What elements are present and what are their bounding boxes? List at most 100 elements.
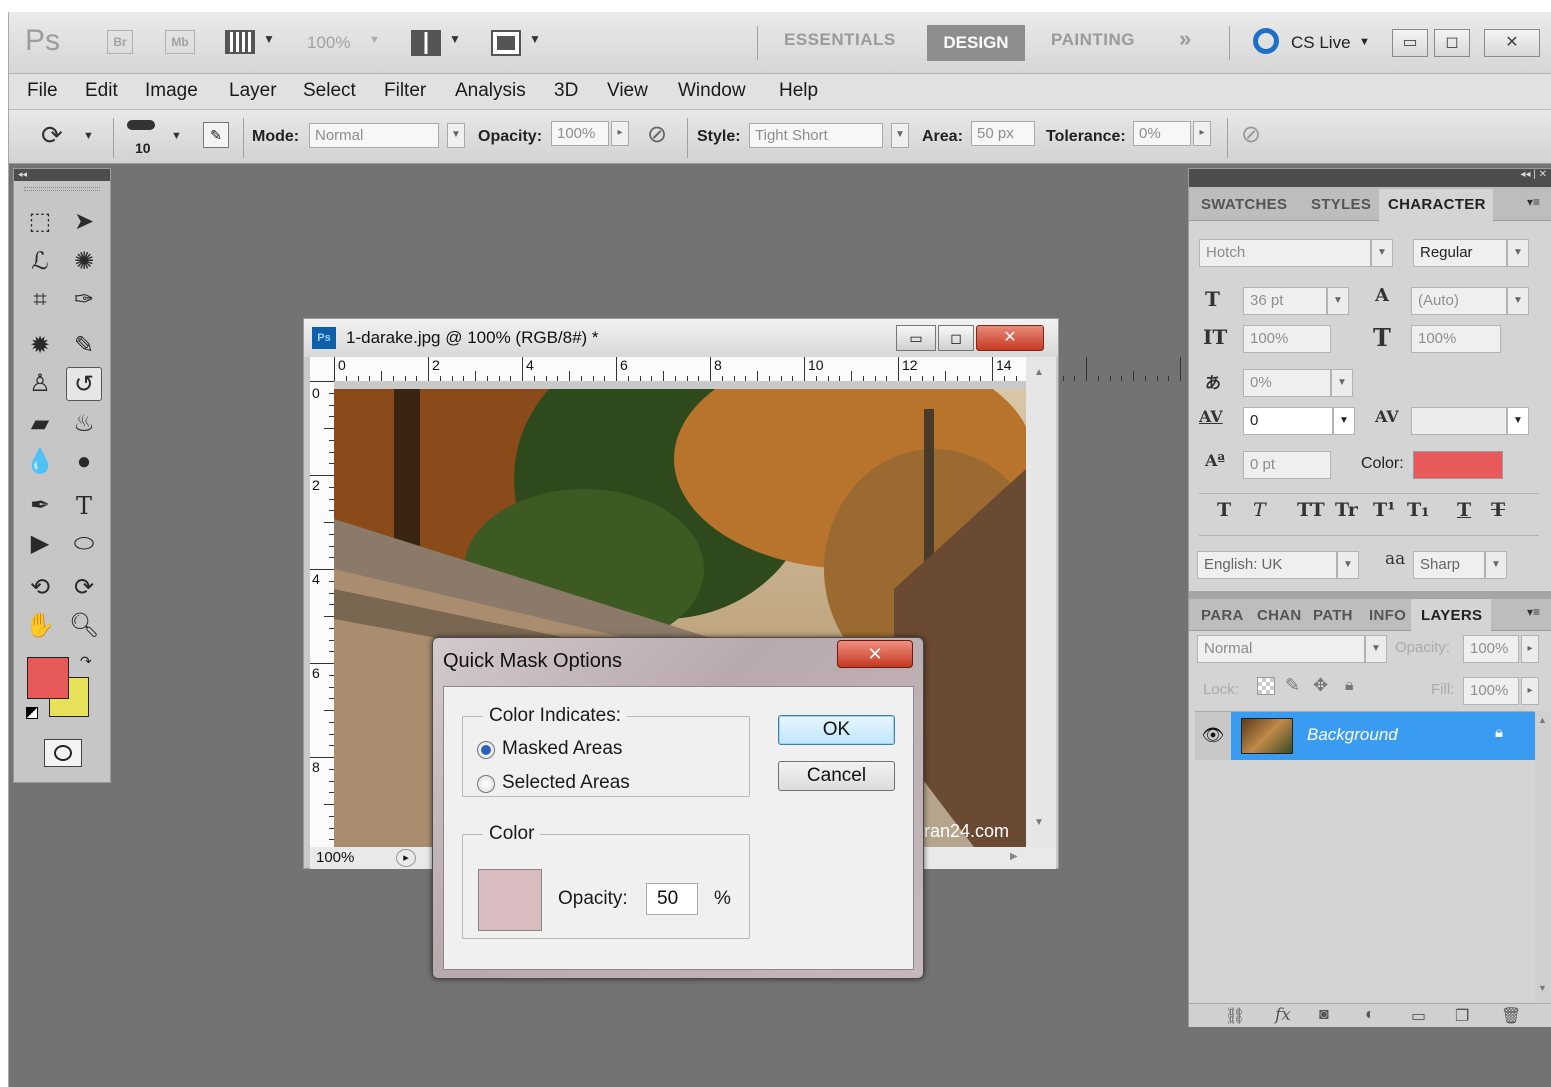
collapse-panel-icon[interactable]: ◂◂ xyxy=(14,169,110,181)
link-layers-icon[interactable]: ⛓ xyxy=(1225,1006,1245,1026)
vertical-scrollbar[interactable]: ▲ ▼ xyxy=(1026,357,1056,847)
underline-icon[interactable]: T xyxy=(1457,499,1471,521)
tab-channels[interactable]: CHAN xyxy=(1257,607,1302,624)
more-workspaces-icon[interactable]: » xyxy=(1179,26,1192,52)
language-select[interactable]: English: UK xyxy=(1197,551,1337,579)
layer-name[interactable]: Background xyxy=(1307,725,1398,745)
menu-view[interactable]: View xyxy=(607,80,648,102)
3d-orbit-tool-icon[interactable]: ⟳ xyxy=(66,571,102,605)
brush-tool-icon[interactable]: ✎ xyxy=(66,329,102,363)
add-mask-icon[interactable]: ◙ xyxy=(1319,1006,1329,1024)
tsume-dropdown-icon[interactable]: ▼ xyxy=(1331,369,1353,397)
subscript-icon[interactable]: T₁ xyxy=(1407,499,1429,521)
style-select[interactable]: Tight Short xyxy=(749,123,883,148)
layers-scrollbar[interactable]: ▲ ▼ xyxy=(1535,711,1551,1003)
selected-areas-label[interactable]: Selected Areas xyxy=(502,772,630,794)
foreground-color-swatch[interactable] xyxy=(27,657,69,699)
layer-opacity-input[interactable]: 100% xyxy=(1463,635,1519,663)
panel-menu-icon[interactable]: ▾≡ xyxy=(1527,195,1540,209)
scroll-right-icon[interactable]: ▶ xyxy=(1010,851,1018,862)
baseline-shift-input[interactable]: 0 pt xyxy=(1243,451,1331,479)
masked-areas-radio[interactable] xyxy=(477,741,495,759)
antialias-dropdown-icon[interactable]: ▼ xyxy=(1485,551,1507,579)
workspace-painting[interactable]: PAINTING xyxy=(1051,30,1135,50)
panel-grip[interactable] xyxy=(24,187,100,191)
cs-live-label[interactable]: CS Live xyxy=(1291,33,1351,53)
opacity-slider-button[interactable]: ▸ xyxy=(611,121,629,146)
dock-collapse-icon[interactable]: ◂◂ | ✕ xyxy=(1189,169,1551,187)
workspace-design[interactable]: DESIGN xyxy=(927,25,1025,61)
dialog-close-button[interactable]: ✕ xyxy=(837,640,913,668)
text-color-swatch[interactable] xyxy=(1413,451,1503,479)
magic-wand-tool-icon[interactable]: ✺ xyxy=(66,245,102,279)
lock-all-icon[interactable]: 🔒︎ xyxy=(1345,677,1354,695)
workspace-essentials[interactable]: ESSENTIALS xyxy=(784,30,896,50)
mode-dropdown-icon[interactable]: ▼ xyxy=(447,123,465,148)
style-dropdown-icon[interactable]: ▼ xyxy=(891,123,909,148)
faux-italic-icon[interactable]: T xyxy=(1253,499,1266,521)
antialias-select[interactable]: Sharp xyxy=(1413,551,1485,579)
eraser-tool-icon[interactable]: ▰ xyxy=(22,407,58,441)
screen-mode-icon[interactable] xyxy=(491,30,521,56)
extras-icon[interactable] xyxy=(225,30,255,54)
dodge-tool-icon[interactable]: ● xyxy=(66,445,102,479)
mask-color-swatch[interactable] xyxy=(478,869,542,931)
layers-menu-icon[interactable]: ▾≡ xyxy=(1527,605,1540,619)
layer-fill-input[interactable]: 100% xyxy=(1463,677,1519,705)
lock-transparency-icon[interactable] xyxy=(1257,677,1275,695)
tab-styles[interactable]: STYLES xyxy=(1311,196,1371,213)
blend-mode-dropdown-icon[interactable]: ▼ xyxy=(1365,635,1387,663)
layers-scroll-down-icon[interactable]: ▼ xyxy=(1538,983,1547,993)
screen-mode-dropdown-icon[interactable]: ▼ xyxy=(529,32,541,46)
tablet-pressure-icon[interactable]: ⊘ xyxy=(647,120,667,149)
small-caps-icon[interactable]: Tr xyxy=(1335,499,1358,521)
menu-edit[interactable]: Edit xyxy=(85,80,118,102)
ellipse-tool-icon[interactable]: ⬭ xyxy=(66,527,102,561)
marquee-tool-icon[interactable]: ⬚ xyxy=(22,205,58,239)
crop-tool-icon[interactable]: ⌗ xyxy=(22,283,58,317)
menu-analysis[interactable]: Analysis xyxy=(455,80,526,102)
scroll-up-icon[interactable]: ▲ xyxy=(1034,367,1044,378)
tab-swatches[interactable]: SWATCHES xyxy=(1201,196,1287,213)
font-size-dropdown-icon[interactable]: ▼ xyxy=(1327,287,1349,315)
path-selection-tool-icon[interactable]: ▶ xyxy=(22,527,58,561)
selected-areas-radio[interactable] xyxy=(477,775,495,793)
strikethrough-icon[interactable]: T xyxy=(1491,499,1505,521)
arrange-dropdown-icon[interactable]: ▼ xyxy=(449,32,461,46)
superscript-icon[interactable]: T¹ xyxy=(1373,499,1395,521)
cs-live-icon[interactable] xyxy=(1253,28,1279,54)
lasso-tool-icon[interactable]: ℒ xyxy=(22,245,58,279)
3d-rotate-tool-icon[interactable]: ⟲ xyxy=(22,571,58,605)
bridge-button[interactable]: Br xyxy=(107,30,133,54)
leading-input[interactable]: (Auto) xyxy=(1411,287,1507,315)
layer-style-icon[interactable]: fx xyxy=(1275,1005,1291,1025)
scroll-down-icon[interactable]: ▼ xyxy=(1034,817,1044,828)
minimize-button[interactable]: ▭ xyxy=(1392,29,1428,57)
menu-window[interactable]: Window xyxy=(678,80,746,102)
type-tool-icon[interactable]: T xyxy=(66,489,102,523)
mode-select[interactable]: Normal xyxy=(309,123,439,148)
language-dropdown-icon[interactable]: ▼ xyxy=(1337,551,1359,579)
tablet-size-icon[interactable]: ⊘ xyxy=(1241,120,1261,149)
layer-fill-slider-button[interactable]: ▸ xyxy=(1521,677,1539,705)
default-colors-icon[interactable] xyxy=(26,707,38,719)
menu-filter[interactable]: Filter xyxy=(384,80,426,102)
tolerance-input[interactable]: 0% xyxy=(1133,121,1191,146)
masked-areas-label[interactable]: Masked Areas xyxy=(502,738,622,760)
ok-button[interactable]: OK xyxy=(778,715,895,745)
menu-image[interactable]: Image xyxy=(145,80,198,102)
new-group-icon[interactable]: ▭ xyxy=(1411,1006,1426,1026)
quick-mask-icon[interactable] xyxy=(44,739,82,767)
new-layer-icon[interactable]: ❐ xyxy=(1455,1006,1469,1026)
layer-row-background[interactable]: 👁︎ Background 🔒︎ xyxy=(1195,711,1535,760)
vertical-scale-input[interactable]: 100% xyxy=(1243,325,1331,353)
opacity-input[interactable]: 100% xyxy=(551,121,609,146)
delete-layer-icon[interactable]: 🗑︎ xyxy=(1501,1006,1521,1026)
maximize-button[interactable]: ◻ xyxy=(1434,29,1470,57)
tool-preset-icon[interactable]: ⟳ xyxy=(41,120,63,151)
tracking-select[interactable] xyxy=(1411,407,1507,435)
clone-stamp-tool-icon[interactable]: ♙ xyxy=(22,367,58,401)
kerning-select[interactable]: 0 xyxy=(1243,407,1333,435)
status-zoom[interactable]: 100% xyxy=(316,849,354,866)
arrange-documents-icon[interactable] xyxy=(411,30,441,56)
